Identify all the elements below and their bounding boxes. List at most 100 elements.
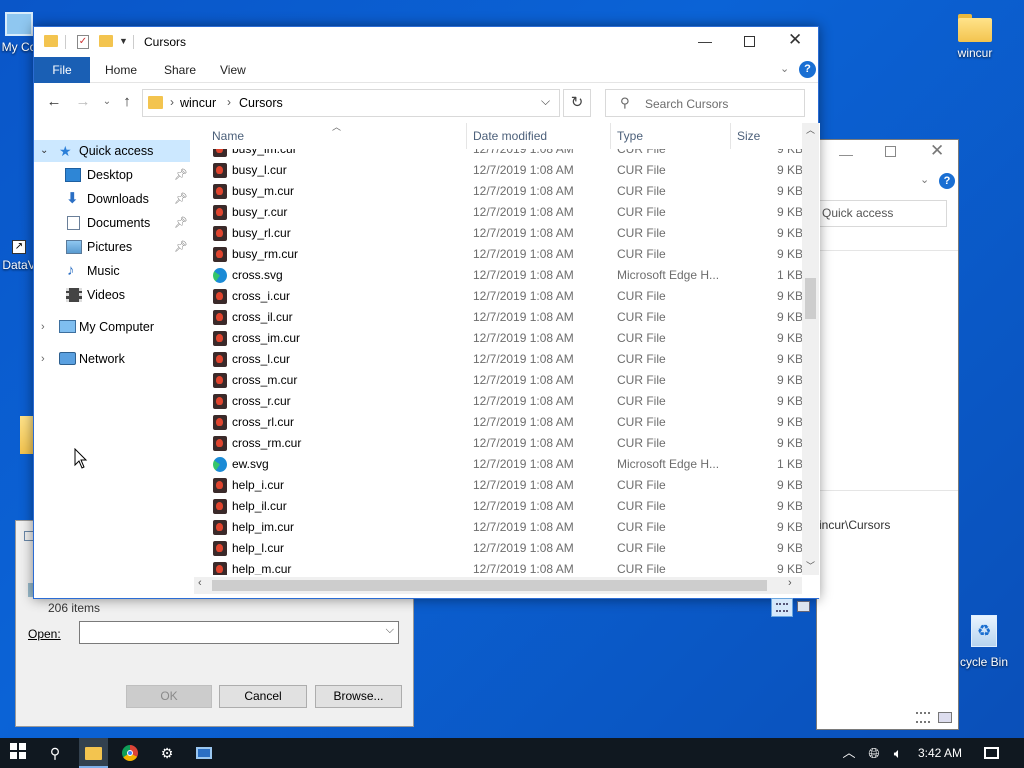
forward-button[interactable]: → (72, 91, 94, 113)
scroll-up-button[interactable]: ︿ (806, 123, 815, 136)
breadcrumb-wincur[interactable]: wincur (180, 96, 216, 110)
chevron-down-icon[interactable]: ▼ (119, 36, 128, 46)
search-button[interactable]: ⚲ (45, 743, 65, 763)
table-row[interactable]: cross_r.cur 12/7/2019 1:08 AM CUR File 9 KB (210, 391, 802, 412)
scroll-right-button[interactable]: › (788, 577, 792, 589)
tab-view[interactable]: View (206, 57, 260, 83)
close-button[interactable]: ✕ (930, 141, 944, 161)
cancel-button[interactable]: Cancel (219, 685, 307, 708)
table-row[interactable]: help_i.cur 12/7/2019 1:08 AM CUR File 9 KB (210, 475, 802, 496)
table-row[interactable]: cross.svg 12/7/2019 1:08 AM Microsoft Edge… (210, 265, 802, 286)
table-row[interactable]: busy_l.cur 12/7/2019 1:08 AM CUR File 9 KB (210, 160, 802, 181)
sidebar-item-music[interactable]: ♪ Music (34, 260, 190, 282)
search-input[interactable]: ⚲ Search Cursors (605, 89, 805, 117)
sidebar-item-my-computer[interactable]: › My Computer (34, 316, 190, 338)
taskbar-clock[interactable]: 3:42 AM (918, 746, 962, 760)
new-folder-icon[interactable] (99, 35, 113, 47)
chevron-down-icon[interactable]: ⌄ (40, 140, 48, 162)
table-row[interactable]: busy_m.cur 12/7/2019 1:08 AM CUR File 9 KB (210, 181, 802, 202)
vertical-scroll-thumb[interactable] (805, 278, 816, 319)
taskbar-run-dialog[interactable] (194, 743, 214, 763)
large-icons-view-icon[interactable] (938, 712, 952, 723)
file-list[interactable]: ︿ Name Date modified Type Size busy_im.c… (194, 122, 820, 598)
column-header-size[interactable]: Size (732, 123, 802, 149)
chevron-down-icon[interactable]: ⌵ (541, 94, 550, 109)
breadcrumb-separator: › (227, 95, 231, 109)
address-bar[interactable]: › wincur › Cursors ⌵ (142, 89, 560, 117)
table-row[interactable]: busy_rm.cur 12/7/2019 1:08 AM CUR File 9 KB (210, 244, 802, 265)
action-center-icon[interactable] (982, 743, 1002, 763)
network-icon[interactable]: 🌐︎ (864, 743, 884, 763)
table-row[interactable]: cross_l.cur 12/7/2019 1:08 AM CUR File 9 KB (210, 349, 802, 370)
sidebar-item-videos[interactable]: Videos (34, 284, 190, 306)
table-row[interactable]: cross_im.cur 12/7/2019 1:08 AM CUR File 9 K… (210, 328, 802, 349)
refresh-button[interactable]: ↻ (563, 89, 591, 117)
chevron-down-icon[interactable]: ⌵ (386, 624, 394, 637)
table-row[interactable]: help_im.cur 12/7/2019 1:08 AM CUR File 9 KB (210, 517, 802, 538)
title-bar[interactable]: ✓ ▼ Cursors — ✕ (34, 27, 818, 57)
table-row[interactable]: cross_m.cur 12/7/2019 1:08 AM CUR File 9 KB (210, 370, 802, 391)
properties-icon[interactable]: ✓ (77, 35, 89, 49)
horizontal-scroll-thumb[interactable] (212, 580, 767, 591)
show-hidden-icons-button[interactable]: ︿ (839, 743, 859, 763)
scroll-down-button[interactable]: ﹀ (806, 559, 815, 572)
sidebar-item-quick-access[interactable]: ⌄ ★ Quick access (34, 140, 190, 162)
horizontal-scrollbar[interactable]: ‹ › (194, 577, 802, 594)
table-row[interactable]: help_il.cur 12/7/2019 1:08 AM CUR File 9 KB (210, 496, 802, 517)
browse-button[interactable]: Browse... (315, 685, 402, 708)
maximize-button[interactable] (744, 36, 755, 47)
explorer-window[interactable]: ✓ ▼ Cursors — ✕ File Home Share View ⌄ ?… (33, 26, 820, 617)
scroll-left-button[interactable]: ‹ (198, 577, 202, 589)
sidebar-item-documents[interactable]: Documents 📌︎ (34, 212, 190, 234)
start-button[interactable] (8, 743, 28, 763)
expand-ribbon-icon[interactable]: ⌄ (780, 62, 789, 75)
details-view-icon[interactable] (916, 712, 930, 723)
table-row[interactable]: ew.svg 12/7/2019 1:08 AM Microsoft Edge H.… (210, 454, 802, 475)
close-button[interactable]: ✕ (788, 30, 802, 50)
taskbar-chrome[interactable] (120, 743, 140, 763)
star-icon: ★ (59, 143, 72, 159)
volume-icon[interactable]: 🔈︎ (888, 743, 908, 763)
tab-share[interactable]: Share (150, 57, 210, 83)
table-row[interactable]: cross_rm.cur 12/7/2019 1:08 AM CUR File 9 K… (210, 433, 802, 454)
details-view-icon[interactable] (771, 598, 793, 617)
breadcrumb-cursors[interactable]: Cursors (239, 96, 283, 110)
minimize-button[interactable]: — (839, 146, 853, 162)
table-row[interactable]: help_m.cur 12/7/2019 1:08 AM CUR File 9 KB (210, 559, 802, 575)
up-button[interactable]: ↑ (116, 91, 138, 113)
maximize-button[interactable] (885, 146, 896, 157)
open-combobox[interactable]: ⌵ (79, 621, 399, 644)
background-explorer-window[interactable]: — ✕ ⌄ ? Quick access incur\Cursors (815, 139, 959, 730)
sidebar-item-pictures[interactable]: Pictures 📌︎ (34, 236, 190, 258)
sidebar-item-network[interactable]: › Network (34, 348, 190, 370)
sidebar-item-downloads[interactable]: ⬇ Downloads 📌︎ (34, 188, 190, 210)
help-icon[interactable]: ? (799, 61, 816, 78)
back-button[interactable]: ← (43, 91, 65, 113)
desktop-icon-wincur[interactable]: wincur (935, 12, 1015, 60)
chevron-right-icon[interactable]: › (41, 348, 45, 370)
ok-button[interactable]: OK (126, 685, 212, 708)
table-row[interactable]: cross_i.cur 12/7/2019 1:08 AM CUR File 9 KB (210, 286, 802, 307)
search-box[interactable]: Quick access (815, 200, 947, 227)
table-row[interactable]: help_l.cur 12/7/2019 1:08 AM CUR File 9 KB (210, 538, 802, 559)
expand-ribbon-icon[interactable]: ⌄ (920, 173, 929, 186)
large-icons-view-icon[interactable] (797, 601, 810, 612)
minimize-button[interactable]: — (698, 33, 712, 49)
column-header-type[interactable]: Type (612, 123, 731, 149)
table-row[interactable]: cross_rl.cur 12/7/2019 1:08 AM CUR File 9 K… (210, 412, 802, 433)
column-header-name[interactable]: Name (207, 123, 467, 149)
taskbar-file-explorer[interactable] (79, 738, 108, 768)
sidebar-item-desktop[interactable]: Desktop 📌︎ (34, 164, 190, 186)
tab-file[interactable]: File (34, 57, 90, 83)
column-header-date[interactable]: Date modified (468, 123, 611, 149)
file-type: CUR File (617, 415, 666, 429)
help-icon[interactable]: ? (939, 173, 955, 189)
taskbar-settings[interactable]: ⚙ (157, 743, 177, 763)
table-row[interactable]: busy_rl.cur 12/7/2019 1:08 AM CUR File 9 KB (210, 223, 802, 244)
tab-home[interactable]: Home (91, 57, 151, 83)
table-row[interactable]: busy_r.cur 12/7/2019 1:08 AM CUR File 9 KB (210, 202, 802, 223)
vertical-scrollbar[interactable]: ︿ ﹀ (802, 123, 819, 575)
table-row[interactable]: cross_il.cur 12/7/2019 1:08 AM CUR File 9 K… (210, 307, 802, 328)
recent-locations-button[interactable]: ⌄ (96, 91, 118, 113)
chevron-right-icon[interactable]: › (41, 316, 45, 338)
